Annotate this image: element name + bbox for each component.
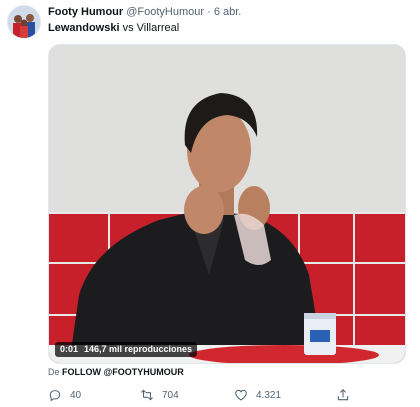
separator-dot: · bbox=[207, 6, 211, 18]
avatar[interactable] bbox=[7, 5, 41, 39]
tweet-text-bold: Lewandowski bbox=[48, 22, 120, 34]
tweet-time[interactable]: 6 abr. bbox=[214, 6, 242, 18]
video-frame bbox=[49, 45, 405, 363]
share-button[interactable] bbox=[336, 386, 358, 404]
avatar-image bbox=[8, 6, 40, 38]
author-handle[interactable]: @FootyHumour bbox=[126, 6, 204, 18]
tweet-actions: 40 704 4.321 bbox=[48, 386, 408, 404]
reply-button[interactable]: 40 bbox=[48, 386, 81, 404]
tweet-text-rest: vs Villarreal bbox=[119, 22, 180, 34]
like-count: 4.321 bbox=[256, 389, 282, 401]
tweet-text: Lewandowski vs Villarreal bbox=[48, 21, 179, 35]
heart-icon bbox=[235, 389, 247, 401]
retweet-count: 704 bbox=[162, 389, 179, 401]
video-duration: 0:01 bbox=[60, 344, 79, 354]
like-button[interactable]: 4.321 bbox=[234, 386, 281, 404]
retweet-button[interactable]: 704 bbox=[140, 386, 179, 404]
tweet: Footy Humour @FootyHumour · 6 abr. Lewan… bbox=[0, 0, 420, 407]
reply-count: 40 bbox=[70, 389, 82, 401]
reply-icon bbox=[49, 390, 61, 402]
video-source: De FOLLOW @FOOTYHUMOUR bbox=[48, 366, 184, 378]
source-account-link[interactable]: FOLLOW @FOOTYHUMOUR bbox=[62, 367, 184, 377]
retweet-icon bbox=[141, 389, 153, 401]
video-info-badge: 0:01 146,7 mil reproducciones bbox=[55, 342, 198, 357]
video-player[interactable]: 0:01 146,7 mil reproducciones bbox=[48, 44, 406, 364]
source-prefix: De bbox=[48, 367, 60, 377]
share-icon bbox=[337, 389, 349, 401]
video-views: 146,7 mil reproducciones bbox=[84, 344, 193, 354]
tweet-header: Footy Humour @FootyHumour · 6 abr. bbox=[48, 5, 412, 19]
author-name[interactable]: Footy Humour bbox=[48, 6, 123, 18]
